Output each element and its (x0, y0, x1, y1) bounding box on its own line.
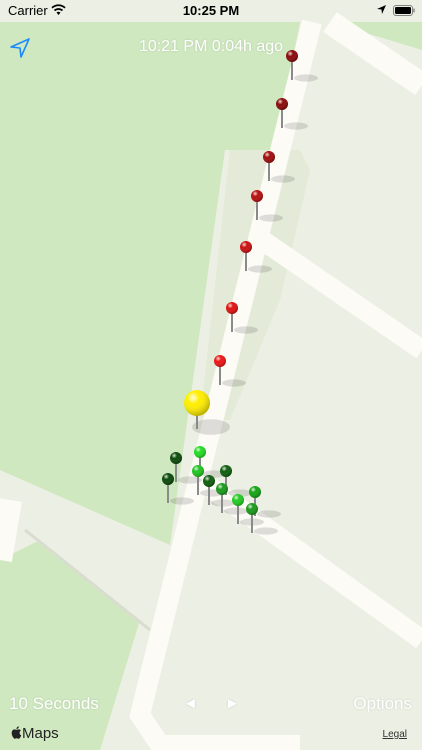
next-button[interactable]: ► (225, 695, 240, 712)
pin-shadow (271, 175, 295, 183)
pin-shine (170, 452, 182, 464)
location-arrow-icon (377, 5, 386, 14)
pin-shine (192, 465, 204, 477)
pin-shine (251, 190, 263, 202)
pin-shadow (257, 510, 281, 518)
pin-shine (263, 151, 275, 163)
pin-shadow (222, 379, 246, 387)
legal-link[interactable]: Legal (383, 729, 407, 740)
pin-shine (249, 486, 261, 498)
pin-shadow (254, 527, 278, 535)
pin-shadow (284, 122, 308, 130)
status-bar: Carrier 10:25 PM (0, 0, 422, 22)
pin-shine (276, 98, 288, 110)
interval-label[interactable]: 10 Seconds (9, 694, 99, 714)
pin-shine (232, 494, 244, 506)
pin-shadow (259, 214, 283, 222)
time-range-title: 10:21 PM 0:04h ago (138, 38, 284, 55)
pin-shine (162, 473, 174, 485)
pin-shine (194, 446, 206, 458)
map-view[interactable] (0, 0, 422, 750)
status-time: 10:25 PM (182, 3, 240, 18)
pin-shadow (224, 507, 248, 515)
left-road (0, 498, 22, 562)
pin-shine (226, 302, 238, 314)
maps-label: Maps (22, 725, 59, 742)
pin-shine (216, 483, 228, 495)
pin-shine (246, 503, 258, 515)
pin-shine (214, 355, 226, 367)
pin-shadow (170, 497, 194, 505)
maps-logo: Maps (11, 725, 59, 742)
pin-shadow (234, 326, 258, 334)
battery-icon (393, 5, 415, 16)
pin-shine (220, 465, 232, 477)
options-button[interactable]: Options (353, 694, 412, 714)
apple-logo-icon (11, 726, 22, 739)
pin-shine (184, 390, 210, 416)
pin-shine (240, 241, 252, 253)
pin-shine (203, 475, 215, 487)
previous-button[interactable]: ◄ (183, 695, 198, 712)
pin-shadow (294, 74, 318, 82)
pin-shadow (248, 265, 272, 273)
